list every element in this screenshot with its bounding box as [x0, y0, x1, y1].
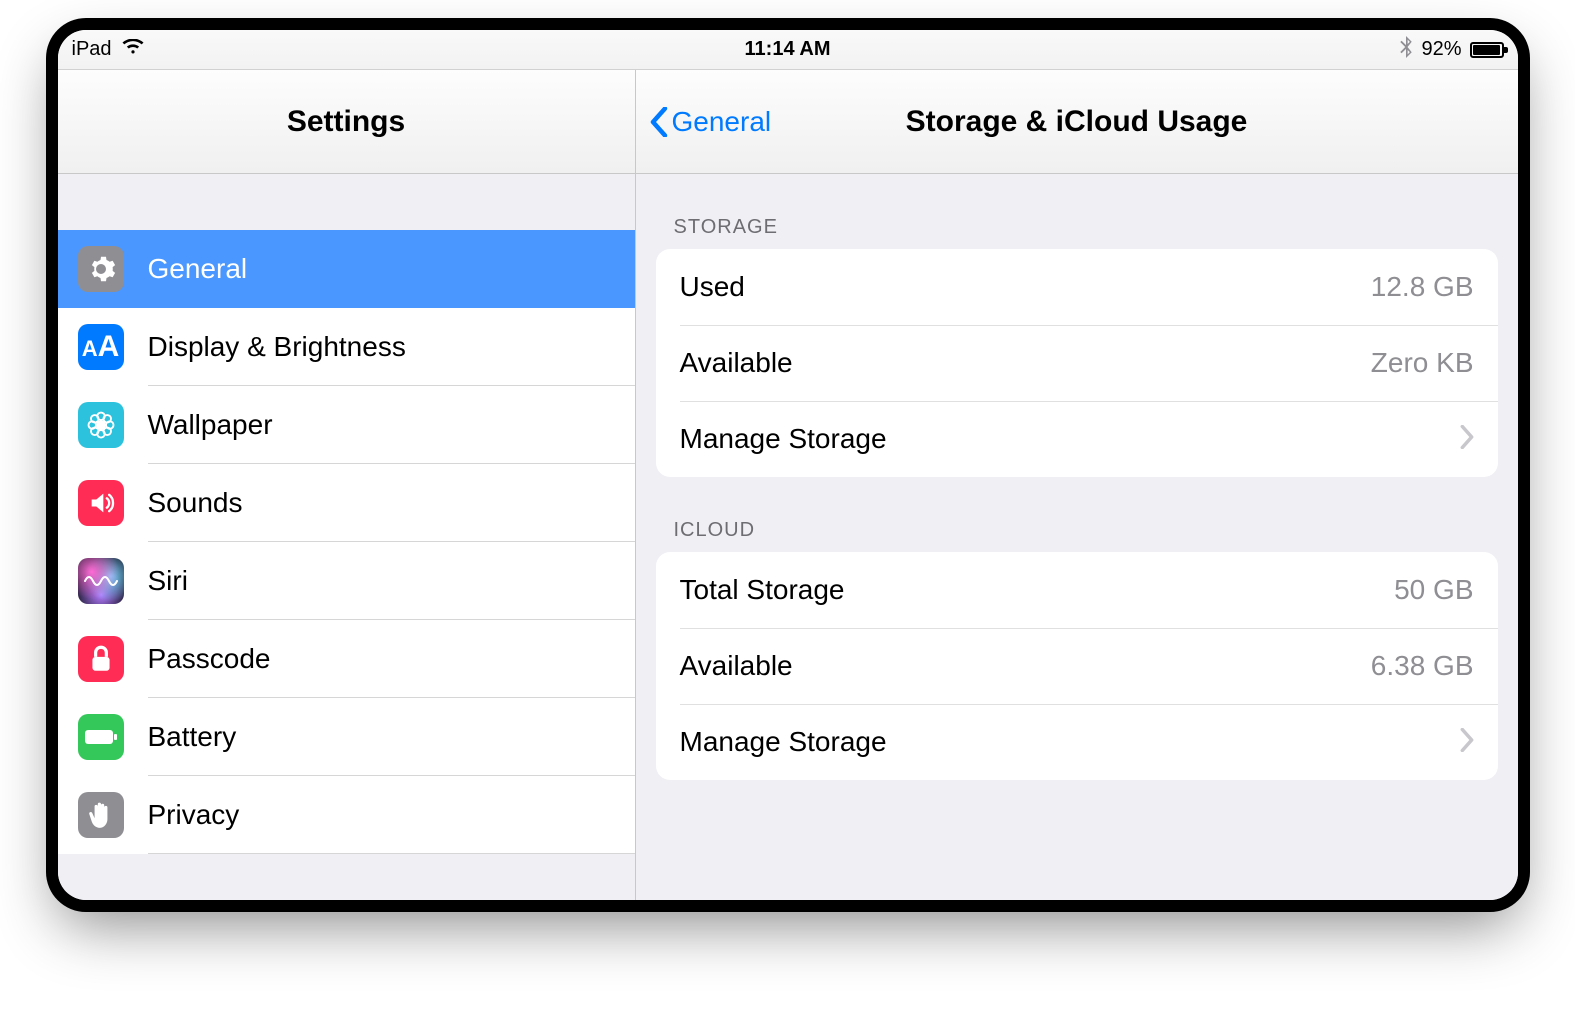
- status-time: 11:14 AM: [745, 38, 831, 61]
- sidebar-list: General AA Display & Brightness Wallpape…: [58, 230, 635, 854]
- speaker-icon: [78, 480, 124, 526]
- row-value: 50 GB: [1394, 574, 1473, 606]
- section-header-icloud: ICLOUD: [656, 477, 1498, 552]
- row-value: 6.38 GB: [1371, 650, 1474, 682]
- row-label: Manage Storage: [680, 726, 887, 758]
- row-label: Available: [680, 650, 793, 682]
- status-left: iPad: [72, 38, 144, 61]
- text-size-icon: AA: [78, 324, 124, 370]
- sidebar-title: Settings: [287, 105, 405, 139]
- lock-icon: [78, 636, 124, 682]
- sidebar-header: Settings: [58, 70, 635, 174]
- detail-pane: General Storage & iCloud Usage STORAGE U…: [636, 70, 1518, 900]
- detail-title: Storage & iCloud Usage: [906, 105, 1248, 139]
- hand-icon: [78, 792, 124, 838]
- row-value: 12.8 GB: [1371, 271, 1474, 303]
- bluetooth-icon: [1399, 36, 1413, 64]
- battery-glyph-icon: [1470, 42, 1504, 58]
- settings-sidebar: Settings General AA Display & Brightness: [58, 70, 636, 900]
- detail-header: General Storage & iCloud Usage: [636, 70, 1518, 174]
- sidebar-item-display[interactable]: AA Display & Brightness: [58, 308, 635, 386]
- chevron-right-icon: [1460, 425, 1474, 454]
- sidebar-item-label: Passcode: [148, 643, 271, 675]
- storage-used-row: Used 12.8 GB: [656, 249, 1498, 325]
- row-label: Used: [680, 271, 745, 303]
- manage-icloud-storage-row[interactable]: Manage Storage: [656, 704, 1498, 780]
- section-header-storage: STORAGE: [656, 174, 1498, 249]
- storage-available-row: Available Zero KB: [656, 325, 1498, 401]
- storage-group: Used 12.8 GB Available Zero KB Manage St…: [656, 249, 1498, 477]
- back-label: General: [672, 106, 772, 138]
- wifi-icon: [122, 38, 144, 61]
- row-label: Manage Storage: [680, 423, 887, 455]
- icloud-total-row: Total Storage 50 GB: [656, 552, 1498, 628]
- sidebar-item-label: Siri: [148, 565, 188, 597]
- manage-storage-row[interactable]: Manage Storage: [656, 401, 1498, 477]
- sidebar-item-wallpaper[interactable]: Wallpaper: [58, 386, 635, 464]
- chevron-right-icon: [1460, 728, 1474, 757]
- back-button[interactable]: General: [650, 106, 772, 138]
- detail-body: STORAGE Used 12.8 GB Available Zero KB M…: [636, 174, 1518, 780]
- icloud-available-row: Available 6.38 GB: [656, 628, 1498, 704]
- sidebar-item-label: Display & Brightness: [148, 331, 406, 363]
- row-label: Total Storage: [680, 574, 845, 606]
- sidebar-item-label: General: [148, 253, 248, 285]
- device-frame: iPad 11:14 AM 92% Settings: [58, 30, 1518, 900]
- status-right: 92%: [1399, 36, 1503, 64]
- siri-icon: [78, 558, 124, 604]
- sidebar-spacer: [58, 174, 635, 230]
- sidebar-item-passcode[interactable]: Passcode: [58, 620, 635, 698]
- sidebar-item-label: Sounds: [148, 487, 243, 519]
- sidebar-item-label: Wallpaper: [148, 409, 273, 441]
- sidebar-item-label: Battery: [148, 721, 237, 753]
- sidebar-item-privacy[interactable]: Privacy: [58, 776, 635, 854]
- sidebar-item-label: Privacy: [148, 799, 240, 831]
- battery-fill: [1473, 45, 1501, 55]
- device-label: iPad: [72, 38, 112, 61]
- status-bar: iPad 11:14 AM 92%: [58, 30, 1518, 70]
- icloud-group: Total Storage 50 GB Available 6.38 GB Ma…: [656, 552, 1498, 780]
- battery-icon: [78, 714, 124, 760]
- gear-icon: [78, 246, 124, 292]
- row-label: Available: [680, 347, 793, 379]
- chevron-left-icon: [650, 107, 668, 137]
- sidebar-item-sounds[interactable]: Sounds: [58, 464, 635, 542]
- sidebar-item-general[interactable]: General: [58, 230, 635, 308]
- battery-percent: 92%: [1421, 38, 1461, 61]
- sidebar-item-siri[interactable]: Siri: [58, 542, 635, 620]
- flower-icon: [78, 402, 124, 448]
- row-value: Zero KB: [1371, 347, 1474, 379]
- sidebar-item-battery[interactable]: Battery: [58, 698, 635, 776]
